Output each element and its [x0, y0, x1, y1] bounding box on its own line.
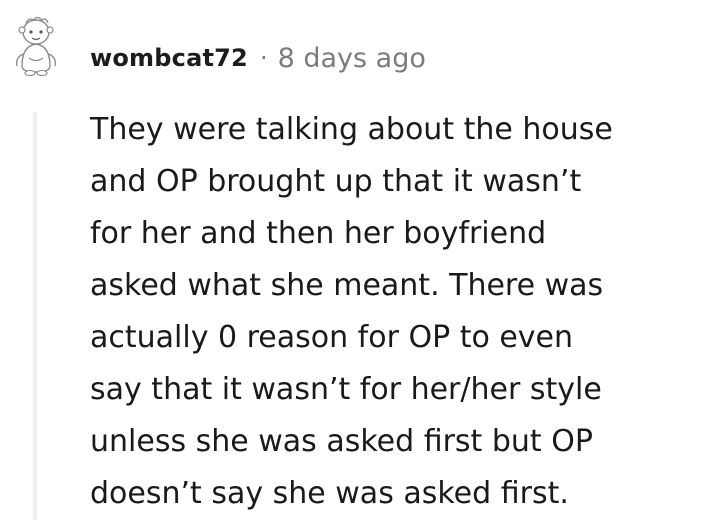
meta-separator: · [259, 44, 268, 72]
comment-body-line: unless she was asked first but OP [90, 424, 593, 459]
username-link[interactable]: wombcat72 [90, 44, 248, 72]
avatar[interactable] [8, 8, 64, 88]
comment-header: wombcat72 · 8 days ago [90, 38, 426, 78]
thread-collapse-line[interactable] [33, 112, 37, 520]
comment-body-line: asked what she meant. There was [90, 268, 604, 303]
comment-body-line: They were talking about the house [90, 112, 613, 147]
comment-body-line: and OP brought up that it wasn’t [90, 164, 582, 199]
comment-body: They were talking about the house and OP… [90, 104, 690, 520]
comment-body-line: doesn’t say she was asked first. [90, 476, 569, 511]
comment-body-line: say that it wasn’t for her/her style [90, 372, 602, 407]
comment-body-line: actually 0 reason for OP to even [90, 320, 574, 355]
comment-timestamp[interactable]: 8 days ago [278, 43, 426, 74]
comment: wombcat72 · 8 days ago They were talking… [0, 0, 702, 520]
comment-body-line: for her and then her boyfriend [90, 216, 547, 251]
snoo-avatar-icon [15, 16, 57, 77]
